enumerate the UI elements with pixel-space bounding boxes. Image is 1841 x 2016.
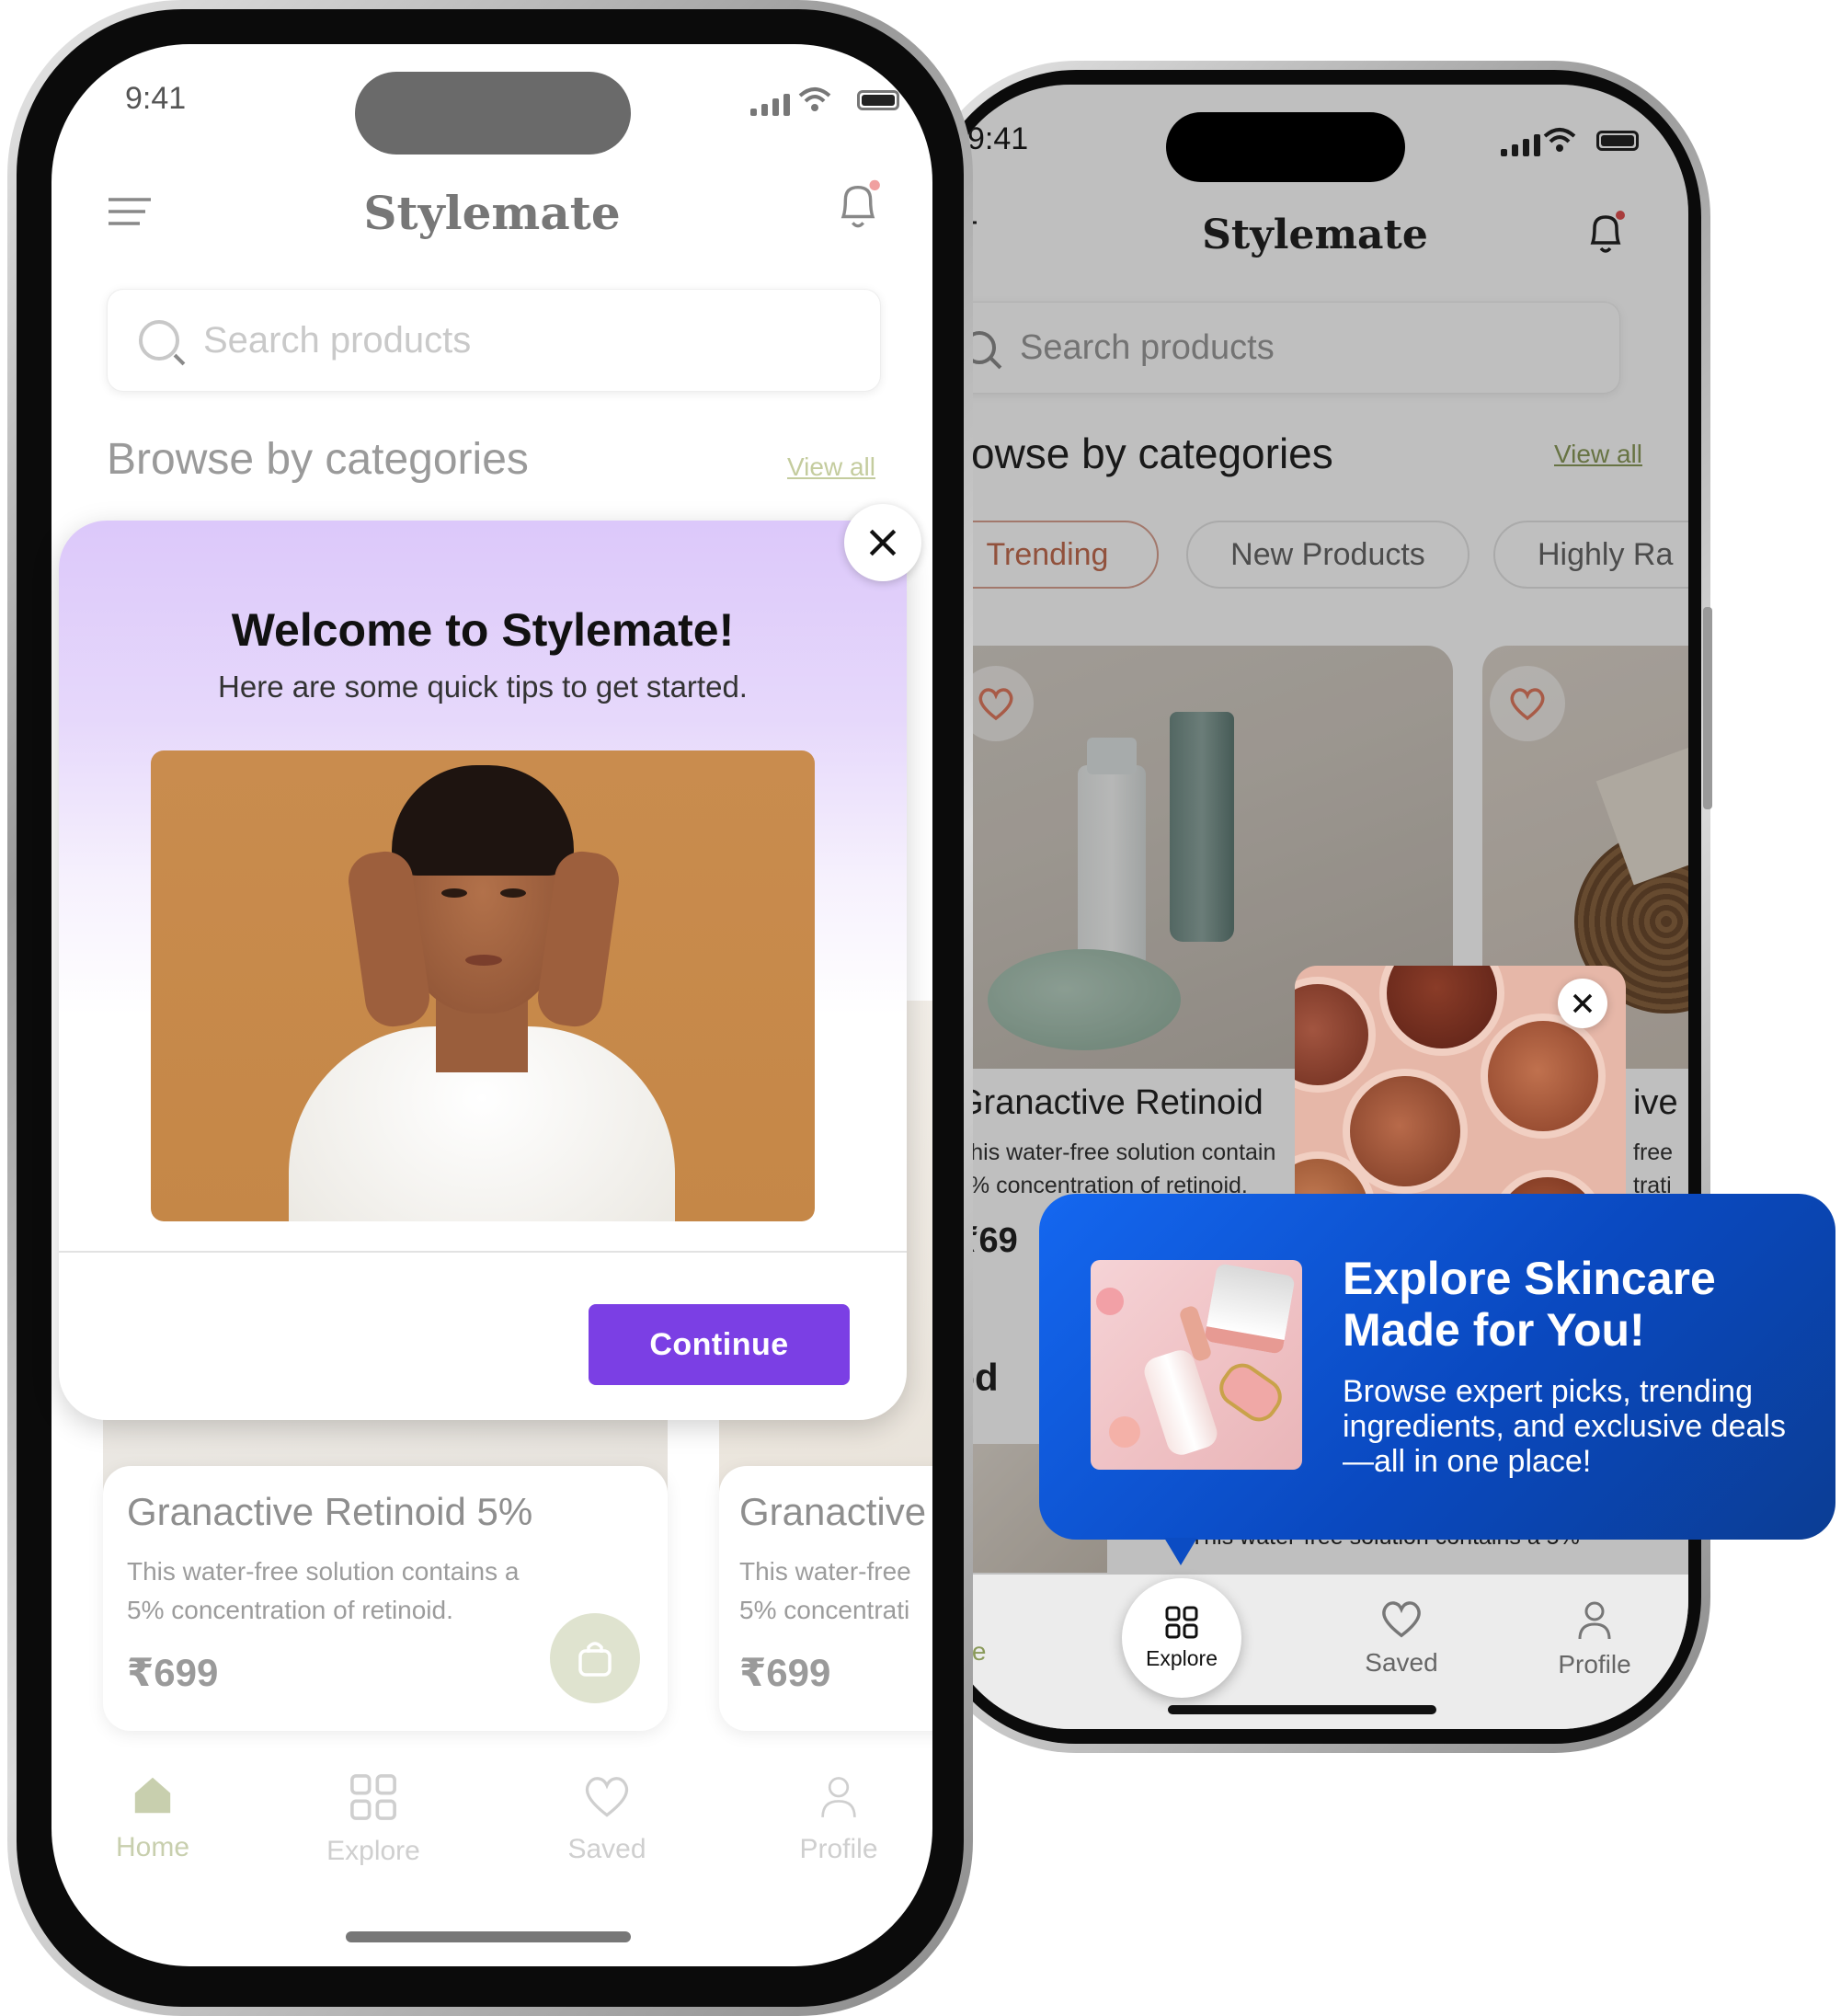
tooltip-image [1091,1260,1302,1470]
right-eye [500,888,526,898]
tooltip-pointer [1164,1538,1197,1565]
palette-pan-3 [1350,1076,1460,1186]
battery-icon [857,90,899,110]
grid-icon [1165,1606,1198,1638]
tab-home[interactable]: Home [79,1773,226,1863]
welcome-image [151,750,815,1221]
modal-divider [59,1251,907,1253]
search-input[interactable]: Search products [107,289,881,392]
home-indicator [346,1931,631,1942]
bag-icon [578,1642,612,1677]
search-icon [139,320,179,361]
flower-2 [1109,1416,1140,1448]
welcome-subtitle: Here are some quick tips to get started. [218,670,748,704]
signal-icon [750,92,790,116]
product-card-2[interactable]: Granactive This water-free 5% concentrat… [719,1466,932,1731]
profile-icon [821,1777,856,1817]
tab-saved-label: Saved [567,1834,646,1864]
left-eye [441,888,467,898]
product-title: Granactive Retinoid 5% [127,1490,533,1533]
grid-icon [350,1774,396,1820]
tab-explore-label: Explore [1146,1645,1218,1670]
heart-icon [1382,1601,1421,1638]
welcome-modal: Welcome to Stylemate! Here are some quic… [59,521,907,1420]
home-icon [134,1777,171,1814]
product-2-desc-line1: This water-free [739,1557,911,1586]
dynamic-island [355,72,631,155]
close-icon [1572,993,1593,1014]
face-roller [1212,1356,1289,1429]
product-2-price: ₹699 [739,1651,831,1694]
product-price: ₹699 [127,1651,219,1694]
lips [465,955,502,966]
add-to-bag-button[interactable] [550,1613,640,1703]
tab-explore-highlight[interactable]: Explore [1122,1578,1241,1698]
tab-profile-label: Profile [1558,1650,1631,1678]
tab-saved-label: Saved [1365,1648,1438,1677]
product-card-1[interactable]: Granactive Retinoid 5% This water-free s… [103,1466,668,1731]
tab-profile[interactable]: Profile [765,1773,912,1865]
serum-bottle [1140,1346,1221,1459]
explore-tooltip: Explore Skincare Made for You! Browse ex… [1039,1194,1835,1540]
profile-icon [1578,1601,1611,1640]
palette-pan-1 [1295,984,1368,1085]
tab-profile[interactable]: Profile [1539,1598,1650,1679]
palette-popup-close-button[interactable] [1558,979,1607,1028]
flower-1 [1096,1288,1124,1315]
back-phone-side-button [1703,607,1712,809]
close-icon [869,529,897,556]
tab-home-label: Home [115,1832,190,1862]
section-title: Browse by categories [107,435,529,484]
wifi-icon [796,85,833,119]
tab-saved[interactable]: Saved [533,1773,680,1865]
view-all-link[interactable]: View all [787,452,875,482]
product-2-desc-line2: 5% concentrati [739,1596,910,1624]
search-placeholder: Search products [203,319,472,361]
tab-profile-label: Profile [799,1834,878,1864]
tooltip-body: Browse expert picks, trending ingredient… [1343,1374,1786,1479]
heart-icon [585,1777,629,1817]
status-time: 9:41 [125,81,187,116]
product-desc-line1: This water-free solution contains a [127,1557,520,1586]
product-2-title: Granactive [739,1490,927,1533]
tab-saved[interactable]: Saved [1346,1598,1457,1678]
tab-explore[interactable]: Explore [300,1773,447,1867]
continue-button[interactable]: Continue [589,1304,850,1385]
bell-icon[interactable] [835,178,881,236]
app-title: Stylemate [363,186,621,240]
home-indicator [1168,1705,1436,1714]
palette-pan-2 [1387,966,1497,1048]
palette-pan-4 [1488,1021,1598,1131]
hair-shape [392,765,574,876]
welcome-title: Welcome to Stylemate! [231,604,735,656]
product-desc-line2: 5% concentration of retinoid. [127,1596,453,1624]
tab-explore-label: Explore [326,1836,420,1866]
welcome-modal-close-button[interactable] [844,504,921,581]
tooltip-title: Explore Skincare Made for You! [1343,1253,1716,1356]
cream-jar [1204,1263,1296,1355]
